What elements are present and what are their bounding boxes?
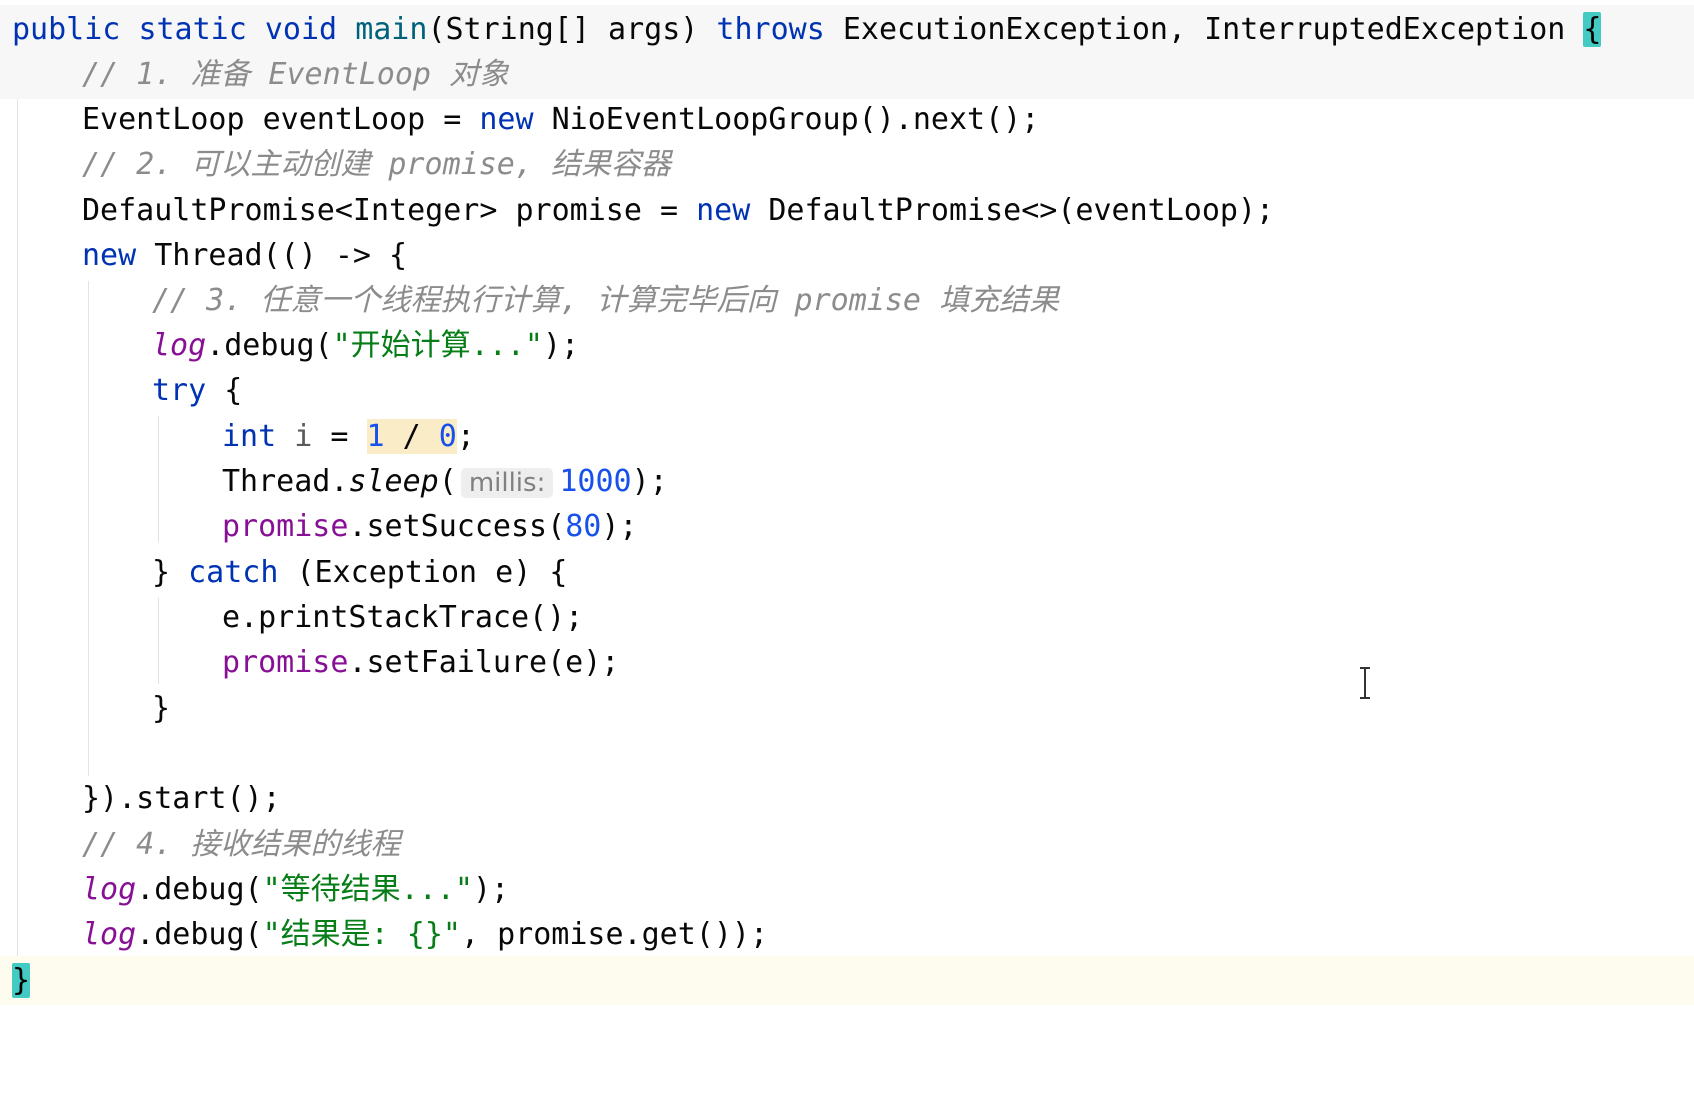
keyword: new <box>696 193 751 228</box>
code-text: NioEventLoopGroup().next(); <box>533 102 1040 137</box>
code-line[interactable]: promise.setFailure(e); <box>0 638 1694 687</box>
code-text: ); <box>542 328 580 363</box>
matched-brace: { <box>1583 12 1602 47</box>
code-line-empty[interactable] <box>0 729 1694 778</box>
code-line[interactable]: try { <box>0 366 1694 415</box>
code-text: (Exception e) { <box>278 555 568 590</box>
code-text: ); <box>472 872 510 907</box>
code-text: } <box>152 555 189 590</box>
code-text: }).start(); <box>82 781 281 816</box>
comment: // 1. 准备 EventLoop 对象 <box>82 57 510 92</box>
static-field: log <box>82 872 137 907</box>
code-text: ; <box>456 419 475 454</box>
code-text: ); <box>631 464 668 499</box>
code-text: .setFailure(e); <box>348 645 620 680</box>
params: (String[] args) <box>427 12 717 47</box>
text-cursor-icon <box>1357 666 1373 706</box>
code-text: } <box>152 691 171 726</box>
code-line[interactable]: DefaultPromise<Integer> promise = new De… <box>0 186 1694 235</box>
comment: // 4. 接收结果的线程 <box>82 827 401 862</box>
parameter-hint: millis: <box>460 468 554 498</box>
code-line[interactable]: Thread.sleep(millis: 1000); <box>0 457 1694 506</box>
code-line[interactable]: // 1. 准备 EventLoop 对象 <box>0 50 1694 99</box>
local-variable: i <box>276 419 313 454</box>
code-line[interactable]: e.printStackTrace(); <box>0 593 1694 642</box>
captured-variable: promise <box>222 645 349 680</box>
method-name: main <box>355 12 428 47</box>
keyword: throws <box>716 12 825 47</box>
code-line[interactable]: // 2. 可以主动创建 promise, 结果容器 <box>0 140 1694 189</box>
code-text: .setSuccess( <box>348 509 566 544</box>
matched-brace: } <box>12 963 31 998</box>
operator: / <box>384 419 439 454</box>
keyword: new <box>82 238 137 273</box>
code-text: Thread(() -> { <box>136 238 408 273</box>
string-literal: "开始计算..." <box>332 328 543 363</box>
code-line[interactable]: promise.setSuccess(80); <box>0 502 1694 551</box>
static-field: log <box>152 328 207 363</box>
code-line[interactable]: int i = 1 / 0; <box>0 412 1694 461</box>
code-line[interactable]: log.debug("结果是: {}", promise.get()); <box>0 910 1694 959</box>
code-text: ); <box>601 509 638 544</box>
string-literal: "等待结果..." <box>262 872 473 907</box>
keyword: void <box>264 12 338 47</box>
code-text: e.printStackTrace(); <box>222 600 584 635</box>
string-literal: "结果是: {}" <box>262 917 461 952</box>
code-line[interactable]: } <box>0 684 1694 733</box>
code-line[interactable]: // 3. 任意一个线程执行计算, 计算完毕后向 promise 填充结果 <box>0 276 1694 325</box>
code-line[interactable]: log.debug("开始计算..."); <box>0 321 1694 370</box>
static-method: sleep <box>348 464 439 499</box>
number-literal: 0 <box>438 419 457 454</box>
code-text: , promise.get()); <box>461 917 769 952</box>
code-text: .debug( <box>206 328 333 363</box>
code-text: = <box>312 419 367 454</box>
comment: // 2. 可以主动创建 promise, 结果容器 <box>82 147 671 182</box>
keyword: try <box>152 373 207 408</box>
code-text: ( <box>438 464 457 499</box>
keyword: static <box>138 12 247 47</box>
keyword: public <box>12 12 121 47</box>
code-line[interactable]: } catch (Exception e) { <box>0 548 1694 597</box>
code-line[interactable]: public static void main(String[] args) t… <box>0 5 1694 54</box>
code-editor[interactable]: public static void main(String[] args) t… <box>0 0 1694 1092</box>
code-text: { <box>206 373 243 408</box>
code-text: .debug( <box>136 917 263 952</box>
static-field: log <box>82 917 137 952</box>
number-literal: 80 <box>565 509 602 544</box>
number-literal: 1 <box>366 419 385 454</box>
keyword: int <box>222 419 277 454</box>
code-line-current[interactable]: } <box>0 956 1694 1005</box>
selected-expression: 1 / 0 <box>366 419 457 454</box>
number-literal: 1000 <box>559 464 632 499</box>
code-text: Thread. <box>222 464 349 499</box>
captured-variable: promise <box>222 509 349 544</box>
code-text: .debug( <box>136 872 263 907</box>
code-line[interactable]: EventLoop eventLoop = new NioEventLoopGr… <box>0 95 1694 144</box>
exceptions: ExecutionException, InterruptedException <box>824 12 1584 47</box>
comment: // 3. 任意一个线程执行计算, 计算完毕后向 promise 填充结果 <box>152 283 1060 318</box>
code-line[interactable]: new Thread(() -> { <box>0 231 1694 280</box>
code-text: EventLoop eventLoop = <box>82 102 480 137</box>
code-line[interactable]: log.debug("等待结果..."); <box>0 865 1694 914</box>
keyword: new <box>479 102 534 137</box>
code-text: DefaultPromise<>(eventLoop); <box>750 193 1275 228</box>
code-line[interactable]: }).start(); <box>0 774 1694 823</box>
code-text: DefaultPromise<Integer> promise = <box>82 193 697 228</box>
keyword: catch <box>188 555 279 590</box>
code-line[interactable]: // 4. 接收结果的线程 <box>0 820 1694 869</box>
